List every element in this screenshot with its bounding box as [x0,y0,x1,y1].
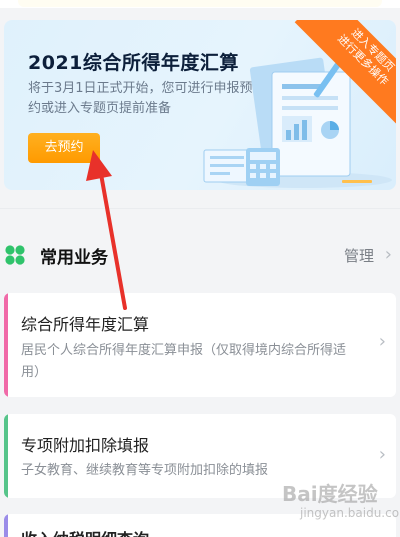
watermark-logo-text: Bai度经验 [282,482,378,506]
section-divider [0,208,400,209]
service-card-annual-settlement[interactable]: 综合所得年度汇算 居民个人综合所得年度汇算申报（仅取得境内综合所得适用） › [4,293,396,397]
reserve-button[interactable]: 去预约 [28,133,100,163]
clover-icon [5,245,25,265]
card-accent-bar [4,414,8,498]
card-accent-bar [4,514,8,537]
chevron-right-icon[interactable]: › [385,244,392,265]
common-services-header: 常用业务 管理 › [0,232,400,272]
chevron-right-icon: › [378,331,386,352]
card-title: 综合所得年度汇算 [21,315,150,334]
top-strip [0,0,400,8]
card-title: 专项附加扣除填报 [21,436,150,455]
card-description: 居民个人综合所得年度汇算申报（仅取得境内综合所得适用） [21,343,347,380]
watermark-url: jingyan.baidu.com [300,506,400,520]
watermark: Bai度经验 jingyan.baidu.com [282,478,400,536]
manage-button[interactable]: 管理 [344,245,374,266]
top-card-edge [18,0,382,7]
section-title: 常用业务 [40,248,108,268]
annual-settlement-banner[interactable]: 2021综合所得年度汇算 将于3月1日正式开始，您可进行申报预约或进入专题页提前… [4,20,396,190]
card-title: 收入纳税明细查询 [21,526,149,537]
card-accent-bar [4,293,8,397]
chevron-right-icon: › [378,444,386,465]
